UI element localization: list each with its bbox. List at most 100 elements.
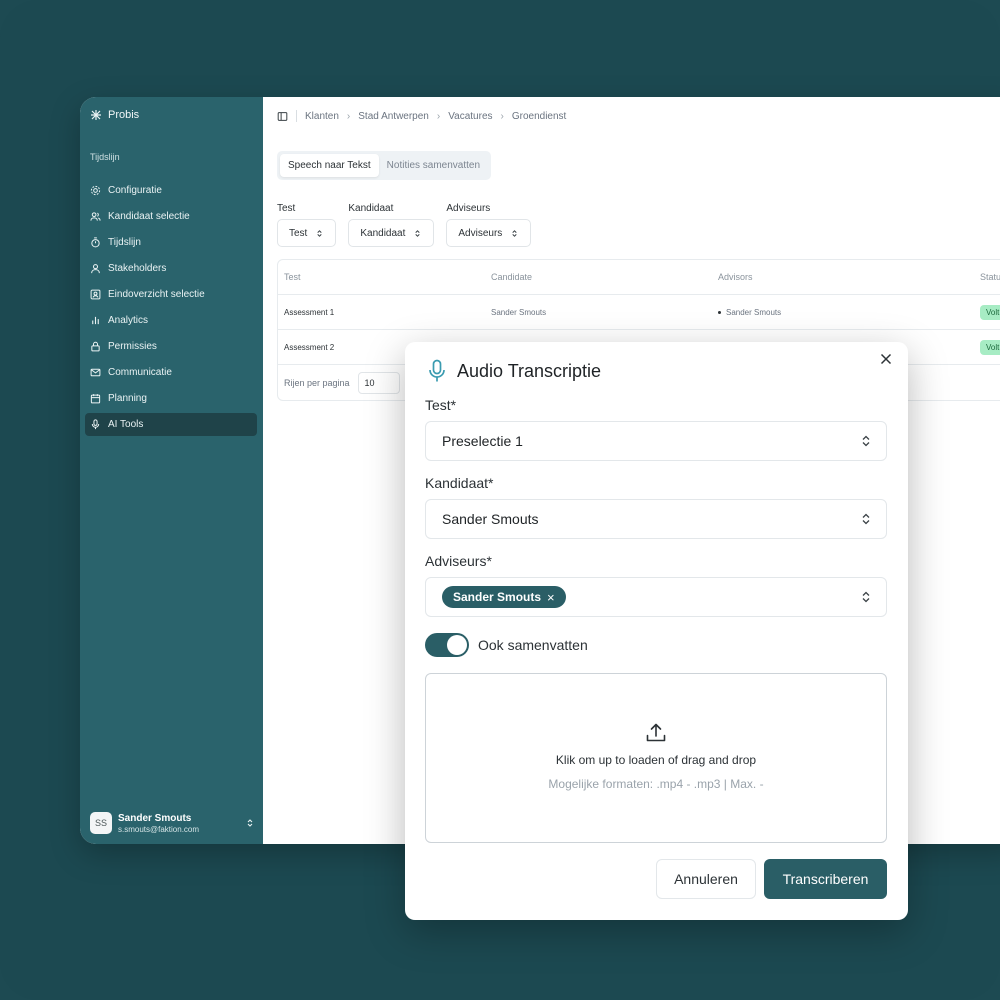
- filter-label: Kandidaat: [348, 203, 394, 214]
- cell-status: Volt: [974, 304, 1000, 320]
- advisors-field-label: Adviseurs*: [425, 553, 492, 569]
- user-email: s.smouts@faktion.com: [118, 824, 200, 834]
- upload-dropzone[interactable]: Klik om up to loaden of drag and drop Mo…: [425, 673, 887, 843]
- sidebar-item-eindoverzicht-selectie[interactable]: Eindoverzicht selectie: [85, 283, 257, 306]
- status-badge: Volt: [980, 339, 1000, 355]
- summarize-toggle[interactable]: [425, 633, 469, 657]
- audio-transcriptie-dialog: Audio Transcriptie Test* Preselectie 1 K…: [405, 342, 908, 920]
- sidebar-item-planning[interactable]: Planning: [85, 387, 257, 410]
- advisors-multiselect[interactable]: Sander Smouts ×: [425, 577, 887, 617]
- sidebar-item-analytics[interactable]: Analytics: [85, 309, 257, 332]
- filter-test: Test Test: [277, 203, 337, 247]
- filter-kandidaat-select[interactable]: Kandidaat: [348, 219, 435, 247]
- breadcrumb: Klanten › Stad Antwerpen › Vacatures › G…: [277, 110, 566, 122]
- sidebar-toggle-icon[interactable]: [277, 111, 288, 122]
- chevron-up-down-icon: [247, 819, 253, 827]
- tab-speech-naar-tekst[interactable]: Speech naar Tekst: [280, 154, 379, 177]
- brand-name: Probis: [108, 109, 140, 121]
- tab-list: Speech naar Tekst Notities samenvatten: [277, 151, 492, 180]
- breadcrumb-item[interactable]: Stad Antwerpen: [358, 111, 429, 122]
- column-header-status[interactable]: Statu: [974, 272, 1000, 282]
- table-row[interactable]: Assessment 1 Sander Smouts Sander Smouts…: [278, 295, 1000, 330]
- advisor-name: Sander Smouts: [726, 307, 782, 317]
- chevron-up-down-icon: [862, 435, 870, 447]
- gear-icon: [90, 185, 101, 196]
- test-select[interactable]: Preselectie 1: [425, 421, 887, 461]
- breadcrumb-item[interactable]: Klanten: [305, 111, 339, 122]
- filter-label: Adviseurs: [446, 203, 491, 214]
- close-icon[interactable]: [878, 351, 894, 367]
- sidebar-item-label: Stakeholders: [108, 263, 167, 274]
- chevron-right-icon: ›: [436, 110, 441, 122]
- sidebar-item-kandidaat-selectie[interactable]: Kandidaat selectie: [85, 205, 257, 228]
- filter-adviseurs: Adviseurs Adviseurs: [446, 203, 532, 247]
- filter-label: Test: [277, 203, 296, 214]
- cell-candidate: Sander Smouts: [491, 307, 547, 317]
- filter-kandidaat: Kandidaat Kandidaat: [348, 203, 435, 247]
- sidebar-item-tijdslijn[interactable]: Tijdslijn: [85, 231, 257, 254]
- dialog-title: Audio Transcriptie: [427, 359, 601, 383]
- sidebar-item-label: AI Tools: [108, 419, 144, 430]
- transcribe-button[interactable]: Transcriberen: [764, 859, 887, 899]
- sidebar-item-ai-tools[interactable]: AI Tools: [85, 413, 257, 436]
- sidebar-item-label: Tijdslijn: [108, 237, 141, 248]
- upload-icon: [646, 723, 666, 742]
- filter-adviseurs-select[interactable]: Adviseurs: [446, 219, 532, 247]
- sidebar-item-label: Planning: [108, 393, 147, 404]
- status-badge: Volt: [980, 304, 1000, 320]
- test-field-label: Test*: [425, 397, 457, 413]
- chevron-up-down-icon: [862, 513, 870, 525]
- user-icon: [91, 264, 100, 274]
- advisor-chip: Sander Smouts ×: [442, 586, 566, 608]
- column-header-advisors[interactable]: Advisors: [712, 272, 974, 282]
- breadcrumb-item[interactable]: Vacatures: [448, 111, 492, 122]
- breadcrumb-divider: [296, 110, 297, 122]
- sidebar: Probis Tijdslijn Configuratie Kandidaat …: [80, 97, 263, 844]
- candidate-select-value: Sander Smouts: [442, 511, 539, 527]
- column-header-candidate[interactable]: Candidate: [485, 272, 712, 282]
- sidebar-item-label: Communicatie: [108, 367, 172, 378]
- candidate-field-label: Kandidaat*: [425, 475, 494, 491]
- timer-icon: [91, 237, 100, 248]
- user-name: Sander Smouts: [118, 812, 192, 824]
- sidebar-item-permissies[interactable]: Permissies: [85, 335, 257, 358]
- cell-advisors: Sander Smouts: [712, 308, 974, 317]
- avatar: SS: [90, 812, 112, 834]
- column-header-test[interactable]: Test: [278, 272, 485, 282]
- microphone-icon: [429, 359, 445, 382]
- upload-instructions: Klik om up to loaden of drag and drop: [555, 753, 757, 767]
- sidebar-section-label: Tijdslijn: [90, 152, 120, 162]
- filter-test-select[interactable]: Test: [277, 219, 337, 247]
- sidebar-item-label: Analytics: [108, 315, 149, 326]
- cell-status: Volt: [974, 339, 1000, 355]
- candidate-select[interactable]: Sander Smouts: [425, 499, 887, 539]
- cancel-button[interactable]: Annuleren: [656, 859, 756, 899]
- remove-chip-icon[interactable]: ×: [547, 590, 555, 605]
- sidebar-item-label: Kandidaat selectie: [108, 211, 190, 222]
- microphone-icon: [91, 419, 100, 430]
- bar-chart-icon: [92, 316, 99, 325]
- dialog-title-text: Audio Transcriptie: [457, 360, 602, 381]
- chevron-up-down-icon: [317, 229, 322, 237]
- sidebar-item-configuratie[interactable]: Configuratie: [85, 179, 257, 202]
- user-info: Sander Smouts s.smouts@faktion.com: [118, 813, 239, 834]
- sidebar-item-communicatie[interactable]: Communicatie: [85, 361, 257, 384]
- background-canvas: Probis Tijdslijn Configuratie Kandidaat …: [0, 0, 1000, 1000]
- filter-value: Kandidaat: [360, 227, 406, 239]
- filter-value: Test: [289, 227, 308, 239]
- table-header-row: Test Candidate Advisors Statu: [278, 260, 1000, 295]
- calendar-icon: [90, 394, 101, 404]
- id-card-icon: [90, 289, 101, 300]
- tab-notities-samenvatten[interactable]: Notities samenvatten: [379, 154, 488, 177]
- brand[interactable]: Probis: [90, 109, 139, 121]
- summarize-toggle-row: Ook samenvatten: [425, 633, 588, 657]
- test-select-value: Preselectie 1: [442, 433, 523, 449]
- user-menu[interactable]: SS Sander Smouts s.smouts@faktion.com: [90, 810, 255, 836]
- rows-per-page-select[interactable]: 10: [357, 371, 400, 394]
- sidebar-item-stakeholders[interactable]: Stakeholders: [85, 257, 257, 280]
- sidebar-item-label: Eindoverzicht selectie: [108, 289, 205, 300]
- upload-formats: Mogelijke formaten: .mp4 - .mp3 | Max. -: [548, 777, 764, 791]
- chevron-right-icon: ›: [346, 110, 351, 122]
- sidebar-item-label: Permissies: [108, 341, 157, 352]
- filter-value: Adviseurs: [458, 227, 503, 239]
